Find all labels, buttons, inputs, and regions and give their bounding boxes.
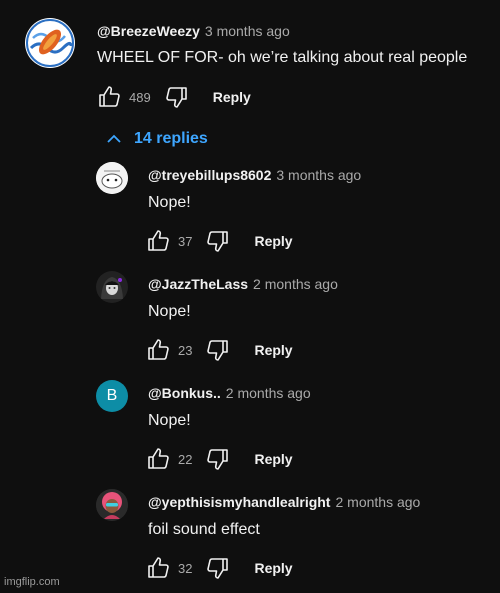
dislike-button[interactable] xyxy=(165,85,189,109)
reply-author[interactable]: @JazzTheLass 2 months ago xyxy=(148,276,338,292)
reply-timestamp[interactable]: 2 months ago xyxy=(226,385,311,401)
like-count: 32 xyxy=(178,560,193,576)
author-handle[interactable]: @JazzTheLass xyxy=(148,276,248,292)
reply-author[interactable]: @yepthisismyhandlealright 2 months ago xyxy=(148,494,420,510)
dislike-button[interactable] xyxy=(206,447,230,471)
author-handle[interactable]: @treyebillups8602 xyxy=(148,167,271,183)
reply-author[interactable]: @Bonkus.. 2 months ago xyxy=(148,385,311,401)
like-count: 37 xyxy=(178,233,193,249)
like-button[interactable] xyxy=(146,447,170,471)
avatar-breezeweezy[interactable] xyxy=(25,18,75,68)
avatar-jazzthelass[interactable] xyxy=(96,271,128,303)
like-button[interactable] xyxy=(146,338,170,362)
replies-count-label: 14 replies xyxy=(134,130,208,147)
reply-actions: 32 Reply xyxy=(146,556,293,580)
thumbs-down-icon xyxy=(207,449,229,470)
reply-button[interactable]: Reply xyxy=(254,560,292,576)
reply-author[interactable]: @treyebillups8602 3 months ago xyxy=(148,167,361,183)
thumbs-down-icon xyxy=(207,558,229,579)
thumbs-up-icon xyxy=(99,86,120,107)
dislike-button[interactable] xyxy=(206,229,230,253)
like-count: 22 xyxy=(178,451,193,467)
comment-author[interactable]: @BreezeWeezy 3 months ago xyxy=(97,23,290,39)
like-button[interactable] xyxy=(97,85,121,109)
thumbs-up-icon xyxy=(148,339,169,360)
author-handle[interactable]: @BreezeWeezy xyxy=(97,23,200,39)
comment-timestamp[interactable]: 3 months ago xyxy=(205,23,290,39)
comment-actions: 489 Reply xyxy=(97,85,251,109)
reply-timestamp[interactable]: 3 months ago xyxy=(276,167,361,183)
reply-actions: 37 Reply xyxy=(146,229,293,253)
imgflip-watermark: imgflip.com xyxy=(4,576,60,588)
author-handle[interactable]: @yepthisismyhandlealright xyxy=(148,494,330,510)
reply-button[interactable]: Reply xyxy=(254,451,292,467)
reply-actions: 23 Reply xyxy=(146,338,293,362)
like-button[interactable] xyxy=(146,556,170,580)
chevron-up-icon xyxy=(107,134,121,143)
dislike-button[interactable] xyxy=(206,556,230,580)
thumbs-down-icon xyxy=(207,340,229,361)
avatar-treyebillups8602[interactable] xyxy=(96,162,128,194)
reply-text: Nope! xyxy=(148,412,191,429)
thumbs-down-icon xyxy=(165,87,187,108)
reply-timestamp[interactable]: 2 months ago xyxy=(335,494,420,510)
thumbs-down-icon xyxy=(207,231,229,252)
avatar-letter: B xyxy=(106,387,118,404)
reply-timestamp[interactable]: 2 months ago xyxy=(253,276,338,292)
thumbs-up-icon xyxy=(148,230,169,251)
reply-button[interactable]: Reply xyxy=(213,89,251,105)
avatar-bonkus[interactable]: B xyxy=(96,380,128,412)
reply-actions: 22 Reply xyxy=(146,447,293,471)
like-count: 23 xyxy=(178,342,193,358)
reply-text: foil sound effect xyxy=(148,521,260,538)
reply-text: Nope! xyxy=(148,303,191,320)
replies-toggle-button[interactable]: 14 replies xyxy=(106,130,208,148)
avatar-yepthisismyhandlealright[interactable] xyxy=(96,489,128,521)
thumbs-up-icon xyxy=(148,448,169,469)
dislike-button[interactable] xyxy=(206,338,230,362)
thumbs-up-icon xyxy=(148,557,169,578)
like-button[interactable] xyxy=(146,229,170,253)
reply-button[interactable]: Reply xyxy=(254,233,292,249)
author-handle[interactable]: @Bonkus.. xyxy=(148,385,221,401)
reply-button[interactable]: Reply xyxy=(254,342,292,358)
like-count: 489 xyxy=(129,89,151,105)
reply-text: Nope! xyxy=(148,194,191,211)
comment-text: WHEEL OF FOR- oh we’re talking about rea… xyxy=(97,49,468,66)
